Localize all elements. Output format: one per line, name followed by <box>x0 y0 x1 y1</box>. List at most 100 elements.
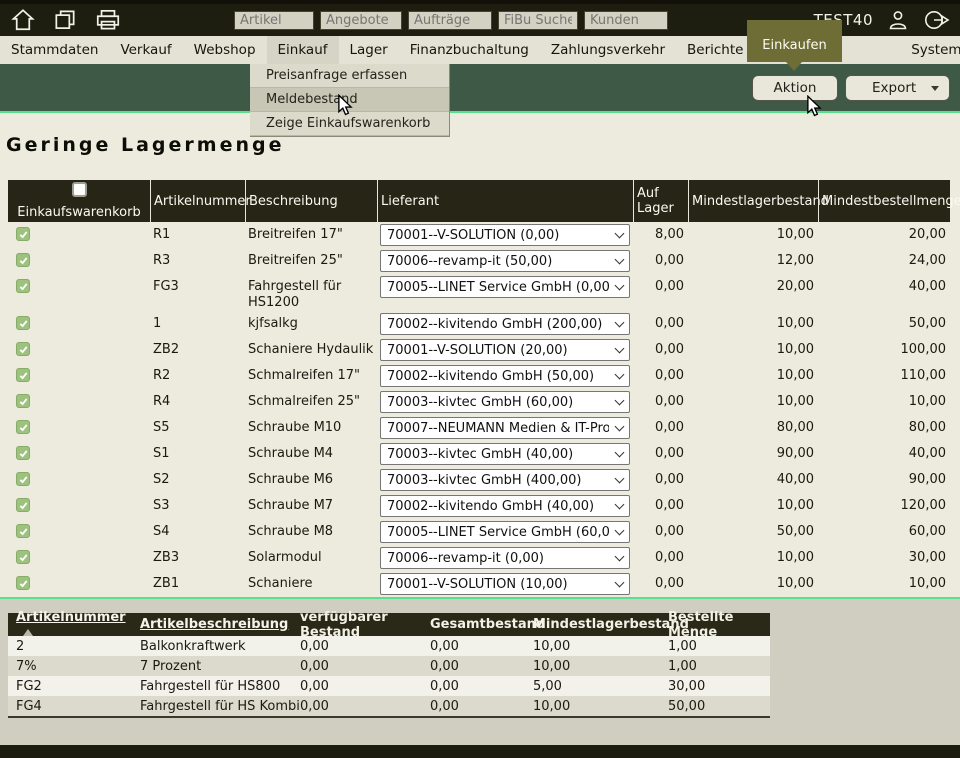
beschreibung-cell: Balkonkraftwerk <box>140 639 300 654</box>
artikelnummer-cell: R2 <box>150 363 245 384</box>
mindestlagerbestand-cell: 10,00 <box>688 493 818 514</box>
home-icon[interactable] <box>10 7 36 33</box>
lieferant-select[interactable]: 70005--LINET Service GmbH (0,00) <box>380 276 630 298</box>
lieferant-cell: 70001--V-SOLUTION (10,00) <box>377 571 633 595</box>
fibu-search-input[interactable] <box>498 11 578 30</box>
check-icon <box>18 255 29 266</box>
mindestlager-cell: 10,00 <box>533 639 668 654</box>
export-button[interactable]: Export <box>845 75 950 101</box>
lieferant-select[interactable]: 70003--kivtec GmbH (60,00) <box>380 391 630 413</box>
sort-artikelbeschreibung-link[interactable]: Artikelbeschreibung <box>140 617 288 632</box>
menu-zahlungsverkehr[interactable]: Zahlungsverkehr <box>540 36 676 64</box>
logout-icon[interactable] <box>923 8 950 32</box>
menu-berichte[interactable]: Berichte <box>676 36 754 64</box>
beschreibung-cell: Fahrgestell für HS800 <box>140 679 300 694</box>
print-icon[interactable] <box>94 7 122 33</box>
table-row: 7% 7 Prozent 0,00 0,00 10,00 1,00 <box>8 656 770 676</box>
cart-cell <box>8 389 150 412</box>
artikelnummer-cell: 7% <box>8 659 140 674</box>
row-checkbox[interactable] <box>16 394 30 408</box>
row-checkbox[interactable] <box>16 576 30 590</box>
menu-einkauf[interactable]: Einkauf <box>267 36 339 64</box>
table-row: S5 Schraube M10 70007--NEUMANN Medien & … <box>8 415 950 441</box>
header-beschreibung: Beschreibung <box>245 180 377 222</box>
check-icon <box>18 448 29 459</box>
row-checkbox[interactable] <box>16 550 30 564</box>
auf-lager-cell: 0,00 <box>633 311 688 332</box>
menu-lager[interactable]: Lager <box>339 36 399 64</box>
artikelnummer-cell: R1 <box>150 222 245 243</box>
active-module-tab[interactable]: Einkaufen <box>747 20 842 62</box>
lieferant-select[interactable]: 70001--V-SOLUTION (10,00) <box>380 573 630 595</box>
row-checkbox[interactable] <box>16 446 30 460</box>
main-table-header: Einkaufswarenkorb Artikelnummer Beschrei… <box>8 180 950 222</box>
lieferant-select[interactable]: 70003--kivtec GmbH (400,00) <box>380 469 630 491</box>
lieferant-select[interactable]: 70001--V-SOLUTION (20,00) <box>380 339 630 361</box>
beschreibung-cell: kjfsalkg <box>245 311 377 332</box>
mindestlagerbestand-cell: 10,00 <box>688 571 818 592</box>
table-row: S2 Schraube M6 70003--kivtec GmbH (400,0… <box>8 467 950 493</box>
mindestbestellmenge-cell: 80,00 <box>818 415 950 436</box>
auf-lager-cell: 0,00 <box>633 519 688 540</box>
row-checkbox[interactable] <box>16 368 30 382</box>
verfuegbar-cell: 0,00 <box>300 699 430 714</box>
row-checkbox[interactable] <box>16 279 30 293</box>
cart-cell <box>8 519 150 542</box>
auftraege-search-input[interactable] <box>408 11 492 30</box>
auf-lager-cell: 0,00 <box>633 274 688 295</box>
row-checkbox[interactable] <box>16 498 30 512</box>
caret-down-icon <box>931 86 939 91</box>
column-label: Einkaufswarenkorb <box>17 205 140 220</box>
row-checkbox[interactable] <box>16 316 30 330</box>
mindestlagerbestand-cell: 50,00 <box>688 519 818 540</box>
sort-artikelnummer-link[interactable]: Artikelnummer <box>16 610 126 625</box>
row-checkbox[interactable] <box>16 472 30 486</box>
beschreibung-cell: 7 Prozent <box>140 659 300 674</box>
artikelnummer-cell: S5 <box>150 415 245 436</box>
artikel-search-input[interactable] <box>234 11 314 30</box>
beschreibung-cell: Schraube M10 <box>245 415 377 436</box>
table-row: S4 Schraube M8 70005--LINET Service GmbH… <box>8 519 950 545</box>
beschreibung-cell: Schraube M8 <box>245 519 377 540</box>
user-icon[interactable] <box>886 8 910 32</box>
check-icon <box>18 474 29 485</box>
lieferant-select[interactable]: 70006--revamp-it (50,00) <box>380 250 630 272</box>
select-all-checkbox[interactable] <box>72 182 87 197</box>
kunden-search-input[interactable] <box>584 11 668 30</box>
menu-webshop[interactable]: Webshop <box>183 36 267 64</box>
lieferant-select[interactable]: 70003--kivtec GmbH (40,00) <box>380 443 630 465</box>
footer-bar <box>0 745 960 758</box>
row-checkbox[interactable] <box>16 420 30 434</box>
menu-stammdaten[interactable]: Stammdaten <box>0 36 109 64</box>
lieferant-select[interactable]: 70006--revamp-it (0,00) <box>380 547 630 569</box>
table-row: ZB3 Solarmodul 70006--revamp-it (0,00) 0… <box>8 545 950 571</box>
lieferant-select[interactable]: 70007--NEUMANN Medien & IT-Proje <box>380 417 630 439</box>
lieferant-select[interactable]: 70005--LINET Service GmbH (60,00) <box>380 521 630 543</box>
menu-finanzbuchaltung[interactable]: Finanzbuchaltung <box>399 36 540 64</box>
mindestbestellmenge-cell: 30,00 <box>818 545 950 566</box>
mouse-cursor <box>337 94 353 116</box>
lieferant-select[interactable]: 70002--kivitendo GmbH (40,00) <box>380 495 630 517</box>
menu-verkauf[interactable]: Verkauf <box>109 36 182 64</box>
header-mindestlagerbestand: Mindestlagerbestand <box>533 617 668 632</box>
table-row: FG3 Fahrgestell für HS1200 70005--LINET … <box>8 274 950 311</box>
beschreibung-cell: Schaniere <box>245 571 377 592</box>
ordered-items-table: Artikelnummer Artikelbeschreibung verfüg… <box>8 613 770 718</box>
row-checkbox[interactable] <box>16 342 30 356</box>
lieferant-select[interactable]: 70001--V-SOLUTION (0,00) <box>380 224 630 246</box>
row-checkbox[interactable] <box>16 227 30 241</box>
auf-lager-cell: 0,00 <box>633 545 688 566</box>
topbar-icons <box>10 7 122 33</box>
menu-item-preisanfrage-erfassen[interactable]: Preisanfrage erfassen <box>250 64 449 88</box>
menu-system[interactable]: System <box>900 36 960 64</box>
windows-icon[interactable] <box>52 7 78 33</box>
row-checkbox[interactable] <box>16 253 30 267</box>
verfuegbar-cell: 0,00 <box>300 659 430 674</box>
table-row: R4 Schmalreifen 25" 70003--kivtec GmbH (… <box>8 389 950 415</box>
lieferant-select[interactable]: 70002--kivitendo GmbH (50,00) <box>380 365 630 387</box>
angebote-search-input[interactable] <box>320 11 402 30</box>
row-checkbox[interactable] <box>16 524 30 538</box>
lieferant-select[interactable]: 70002--kivitendo GmbH (200,00) <box>380 313 630 335</box>
lieferant-cell: 70005--LINET Service GmbH (60,00) <box>377 519 633 543</box>
aktion-button[interactable]: Aktion <box>752 75 838 101</box>
